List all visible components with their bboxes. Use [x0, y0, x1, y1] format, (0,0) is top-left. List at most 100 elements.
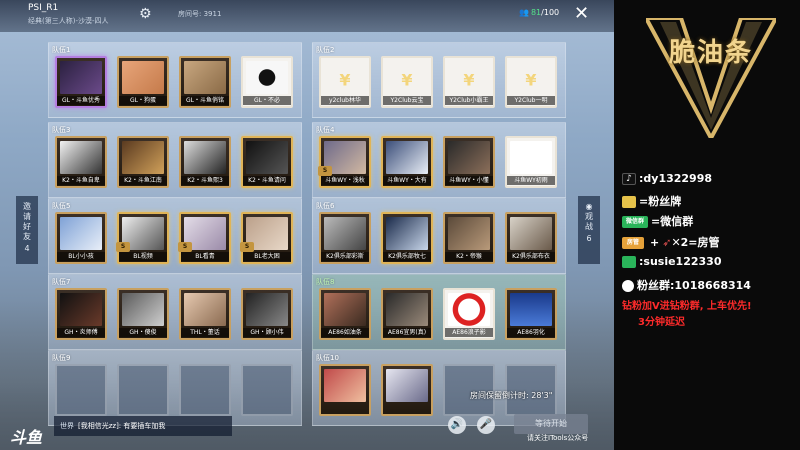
player-slot[interactable]: K2・斗鱼自卑 [55, 136, 107, 188]
speaker-icon[interactable]: 🔊 [448, 416, 466, 434]
top-bar: PSI_R1 经典(第三人称)-沙漠-四人 ⚙ 房间号: 3911 👥 81/10… [0, 0, 614, 32]
team-label: 队伍6 [316, 202, 335, 210]
player-slot[interactable]: BL小小孩 [55, 212, 107, 264]
fan-badge-text: =粉丝牌 [639, 195, 682, 208]
team-label: 队伍1 [52, 46, 71, 54]
player-name: 斗鱼WY初雨 [507, 176, 555, 185]
player-slot[interactable]: K2・帝猴 [443, 212, 495, 264]
avatar [386, 217, 428, 250]
player-slot[interactable] [381, 364, 433, 416]
player-name: AE86如油条 [321, 328, 369, 337]
team-label: 队伍3 [52, 126, 71, 134]
yuan-icon: ¥ [525, 70, 537, 90]
player-slot[interactable]: GL・斗鱼优秀 [55, 56, 107, 108]
avatar [246, 61, 288, 94]
chat-bar[interactable]: 世界 [我相信光zz]: 有要插车加我 [54, 416, 232, 436]
player-slot[interactable]: S BL视频 [116, 212, 169, 264]
player-slot[interactable]: S 斗鱼WY・浅秋 [318, 136, 371, 188]
player-name: K2・斗鱼请问 [243, 176, 291, 185]
player-name: AE86宜男(真) [383, 328, 431, 337]
chat-message: [我相信光zz]: 有要插车加我 [78, 422, 166, 430]
player-slot[interactable]: K2俱乐部彩斯 [319, 212, 371, 264]
player-slot[interactable]: GH・顾小伟 [241, 288, 293, 340]
player-slot[interactable]: ¥ Y2Club一明 [505, 56, 557, 108]
player-slot[interactable]: GL・不必 [241, 56, 293, 108]
manager-tag: 房管 [622, 237, 644, 249]
douyu-logo: 斗鱼 [10, 428, 43, 447]
player-slot[interactable] [117, 364, 169, 416]
player-slot[interactable]: GL・斗鱼俏铭 [179, 56, 231, 108]
player-slot[interactable]: 斗鱼WY・小懂 [443, 136, 495, 188]
watch-count: 6 [586, 234, 592, 243]
player-slot[interactable]: ¥ Y2Club云宝 [381, 56, 433, 108]
player-name: THL・董话 [181, 328, 229, 337]
manager-text: ✕2=房管 [671, 236, 720, 249]
player-name: GL・不必 [243, 96, 291, 105]
avatar [324, 217, 366, 250]
player-current: 81 [530, 8, 542, 17]
players-icon: 👥 [519, 8, 529, 17]
microphone-icon[interactable]: 🎤 [477, 416, 495, 434]
player-slot[interactable]: S BL看青 [178, 212, 231, 264]
avatar [386, 369, 428, 402]
yuan-icon: ¥ [463, 70, 475, 90]
avatar [324, 293, 366, 326]
player-name: y2club林华 [321, 96, 369, 105]
player-slot[interactable] [55, 364, 107, 416]
player-slot[interactable]: GH・傻俊 [117, 288, 169, 340]
spectate-tab[interactable]: ◉ 观战 6 [578, 196, 600, 264]
player-name: BL视频 [119, 252, 167, 261]
player-slot[interactable]: S BL老大困 [240, 212, 293, 264]
team-label: 队伍4 [316, 126, 335, 134]
player-slot[interactable]: GH・炎师傅 [55, 288, 107, 340]
plus-icon: + [650, 236, 660, 249]
wechat-id: :susie122330 [639, 255, 722, 268]
game-lobby: PSI_R1 经典(第三人称)-沙漠-四人 ⚙ 房间号: 3911 👥 81/10… [0, 0, 614, 450]
follow-notice: 请关注ITools公众号 [527, 434, 589, 442]
player-slot[interactable] [319, 364, 371, 416]
player-name: BL看青 [181, 252, 229, 261]
streamer-logo: 脆油条 [636, 8, 786, 138]
player-name: BL老大困 [243, 252, 291, 261]
chat-channel: 世界 [60, 422, 74, 430]
player-slot[interactable]: GL・狗蛋 [117, 56, 169, 108]
player-slot[interactable] [179, 364, 231, 416]
avatar [122, 141, 164, 174]
player-slot[interactable] [241, 364, 293, 416]
player-slot[interactable]: AE86浪子影 [443, 288, 495, 340]
player-slot[interactable]: AE86羽化 [505, 288, 557, 340]
invite-count: 4 [24, 244, 30, 253]
player-name: GH・顾小伟 [243, 328, 291, 337]
player-name: K2俱乐部布衣 [507, 252, 555, 261]
player-name: GL・斗鱼俏铭 [181, 96, 229, 105]
manager-line: 房管 + ➶✕2=房管 [622, 234, 720, 250]
gear-icon[interactable]: ⚙ [139, 7, 153, 21]
player-slot[interactable]: ¥ y2club林华 [319, 56, 371, 108]
fan-group-text: 粉丝群:1018668314 [637, 279, 751, 292]
player-slot[interactable]: 斗鱼WY・大有 [381, 136, 433, 188]
invite-friends-tab[interactable]: 邀请好友 4 [16, 196, 38, 264]
team-label: 队伍5 [52, 202, 71, 210]
player-name: AE86浪子影 [445, 328, 493, 337]
avatar [324, 369, 366, 402]
player-slot[interactable]: K2俱乐部布衣 [505, 212, 557, 264]
team-card: 队伍2 ¥ y2club林华 ¥ Y2Club云宝 ¥ Y2Club小霸王 ¥ Y2Cl… [312, 42, 566, 118]
team-card: 队伍7 GH・炎师傅 GH・傻俊 THL・董话 GH・顾小伟 [48, 274, 302, 350]
player-name: 斗鱼WY・浅秋 [321, 176, 369, 185]
player-slot[interactable]: K2俱乐部牧七 [381, 212, 433, 264]
player-slot[interactable]: ¥ Y2Club小霸王 [443, 56, 495, 108]
player-slot[interactable]: AE86如油条 [319, 288, 371, 340]
avatar [448, 141, 490, 174]
player-slot[interactable]: AE86宜男(真) [381, 288, 433, 340]
player-slot[interactable]: K2・斗鱼请问 [241, 136, 293, 188]
start-button[interactable]: 等待开始 [514, 414, 588, 434]
close-icon[interactable]: ✕ [574, 5, 589, 23]
player-name: GH・炎师傅 [57, 328, 105, 337]
player-slot[interactable]: 斗鱼WY初雨 [505, 136, 557, 188]
player-slot[interactable]: THL・董话 [179, 288, 231, 340]
player-slot[interactable]: K2・斗鱼江南 [117, 136, 169, 188]
avatar [386, 141, 428, 174]
player-slot[interactable]: K2・斗鱼熙3 [179, 136, 231, 188]
wechat-group-line: 微信群 =微信群 [622, 213, 693, 229]
team-card: 队伍4 S 斗鱼WY・浅秋 斗鱼WY・大有 斗鱼WY・小懂 斗鱼WY初雨 [312, 122, 566, 198]
